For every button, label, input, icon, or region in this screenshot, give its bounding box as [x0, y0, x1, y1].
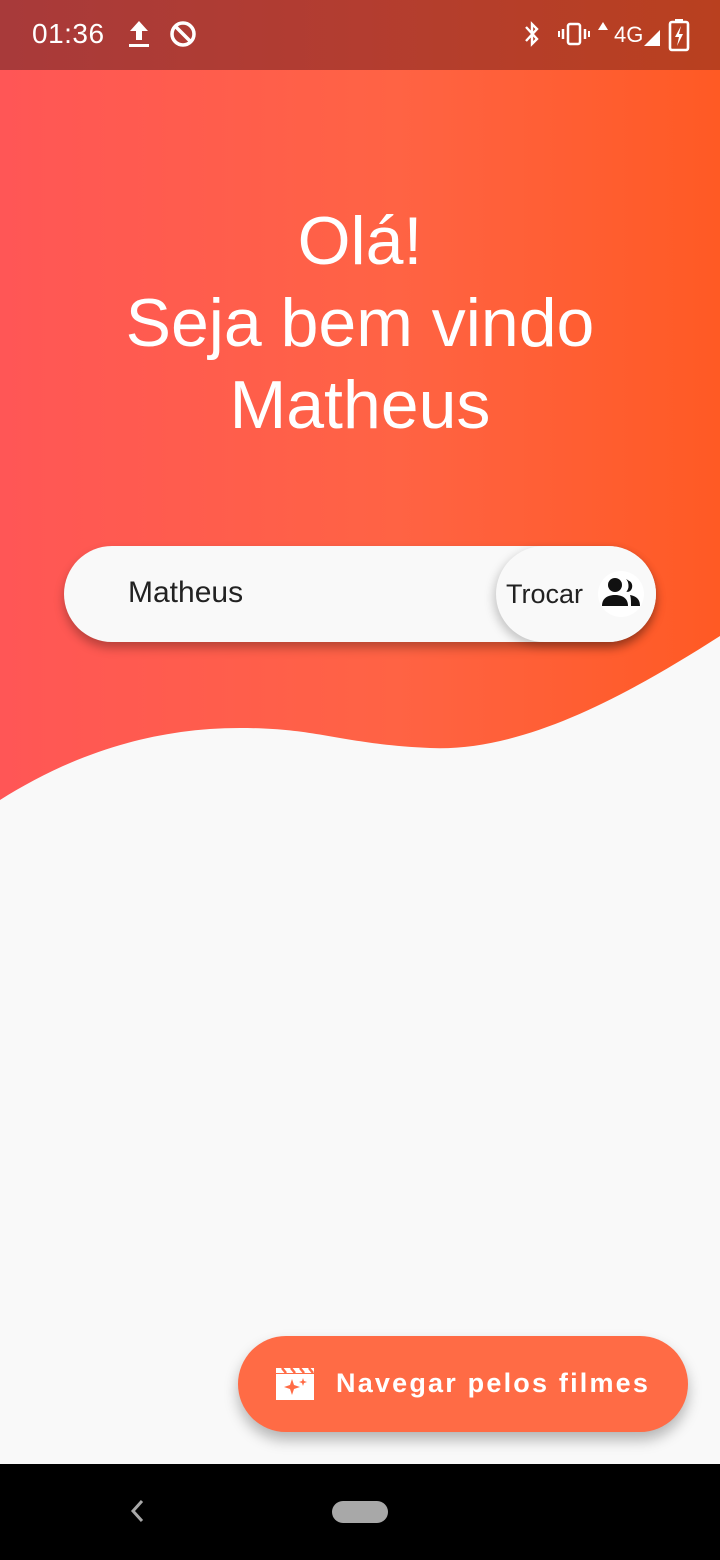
greeting-line-2: Seja bem vindo: [125, 285, 595, 361]
swap-user-button[interactable]: Trocar: [496, 546, 656, 642]
home-pill-icon[interactable]: [332, 1501, 388, 1523]
navigation-bar: [0, 1464, 720, 1560]
network-type: 4G: [614, 22, 644, 47]
browse-movies-label: Navegar pelos filmes: [336, 1368, 651, 1398]
signal-icon: [644, 30, 660, 51]
browse-movies-button[interactable]: Navegar pelos filmes: [238, 1336, 688, 1432]
movie-filter-icon: [274, 1366, 316, 1407]
swap-user-label: Trocar: [506, 579, 584, 609]
greeting-line-1: Olá!: [297, 203, 423, 279]
status-bar: 01:36 4G: [0, 0, 720, 70]
user-name-field[interactable]: Matheus Trocar: [64, 546, 656, 642]
welcome-heading: Olá! Seja bem vindo Matheus: [0, 200, 720, 446]
switch-account-icon: [598, 571, 644, 617]
vibrate-icon: [558, 18, 590, 55]
back-icon[interactable]: [128, 1498, 148, 1529]
battery-charging-icon: [668, 18, 690, 57]
status-time: 01:36: [32, 18, 105, 49]
upload-icon: [126, 18, 152, 55]
data-arrow-icon: [597, 20, 609, 38]
do-not-disturb-icon: [168, 18, 198, 55]
bluetooth-icon: [520, 18, 544, 55]
user-name-value: Matheus: [128, 576, 244, 609]
greeting-line-3: Matheus: [229, 367, 491, 443]
